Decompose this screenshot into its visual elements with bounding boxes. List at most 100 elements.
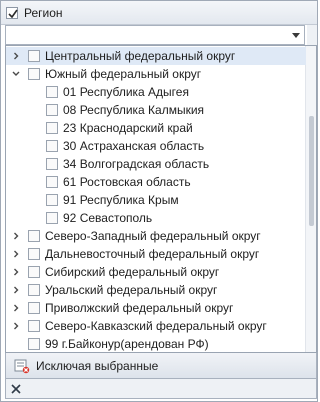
filter-title: Регион — [24, 6, 63, 20]
item-checkbox[interactable] — [28, 50, 40, 62]
item-checkbox[interactable] — [28, 68, 40, 80]
district-label: Южный федеральный округ — [45, 67, 202, 81]
item-checkbox[interactable] — [46, 104, 58, 116]
tree-item-region[interactable]: 01 Республика Адыгея — [6, 83, 306, 101]
region-label: 99 г.Байконур(арендован РФ) — [45, 335, 209, 352]
region-label: 01 Республика Адыгея — [63, 83, 189, 101]
region-dropdown-list: Центральный федеральный округ Южный федер… — [5, 45, 317, 353]
item-checkbox[interactable] — [46, 212, 58, 224]
region-code: 08 — [63, 103, 77, 117]
region-code: 99 — [45, 337, 59, 351]
tree-item-district[interactable]: Приволжский федеральный округ — [6, 299, 306, 317]
tree-item-region[interactable]: 99 г.Байконур(арендован РФ) — [6, 335, 306, 352]
region-label: 08 Республика Калмыкия — [63, 101, 204, 119]
district-label: Северо-Кавказский федеральный округ — [45, 319, 267, 333]
combo-dropdown-button[interactable] — [288, 26, 304, 44]
region-name: Республика Калмыкия — [79, 103, 205, 117]
tree-item-region[interactable]: 30 Астраханская область — [6, 137, 306, 155]
region-name: Краснодарский край — [79, 121, 193, 135]
chevron-right-icon — [14, 232, 19, 240]
expand-toggle[interactable] — [11, 299, 21, 317]
item-checkbox[interactable] — [28, 338, 40, 350]
tree-item-district[interactable]: Южный федеральный округ — [6, 65, 306, 83]
region-combobox[interactable] — [5, 25, 305, 45]
expand-toggle[interactable] — [11, 227, 21, 245]
expand-toggle[interactable] — [11, 317, 21, 335]
region-code: 91 — [63, 193, 77, 207]
tree-item-region[interactable]: 91 Республика Крым — [6, 191, 306, 209]
item-checkbox[interactable] — [28, 320, 40, 332]
item-checkbox[interactable] — [28, 266, 40, 278]
chevron-right-icon — [14, 304, 19, 312]
tree-item-district[interactable]: Северо-Западный федеральный округ — [6, 227, 306, 245]
item-checkbox[interactable] — [46, 194, 58, 206]
chevron-down-icon — [292, 32, 300, 38]
region-name: Севастополь — [79, 211, 153, 225]
tree-item-region[interactable]: 61 Ростовская область — [6, 173, 306, 191]
region-filter-panel: Регион Центральный федеральный округ Южны… — [0, 0, 318, 402]
expand-toggle[interactable] — [11, 263, 21, 281]
region-code: 01 — [63, 85, 77, 99]
region-code: 34 — [63, 157, 77, 171]
expand-toggle[interactable] — [11, 47, 21, 65]
chevron-right-icon — [14, 322, 19, 330]
tree-item-region[interactable]: 08 Республика Калмыкия — [6, 101, 306, 119]
chevron-right-icon — [14, 286, 19, 294]
region-name: Волгоградская область — [79, 157, 210, 171]
chevron-right-icon — [14, 250, 19, 258]
district-label: Уральский федеральный округ — [45, 283, 218, 297]
district-label: Центральный федеральный округ — [45, 49, 236, 63]
tree-item-region[interactable]: 34 Волгоградская область — [6, 155, 306, 173]
item-checkbox[interactable] — [28, 302, 40, 314]
tree-item-district[interactable]: Уральский федеральный округ — [6, 281, 306, 299]
region-name: Ростовская область — [79, 175, 191, 189]
region-name: г.Байконур(арендован РФ) — [61, 337, 209, 351]
close-button[interactable] — [9, 382, 23, 396]
scrollbar-thumb[interactable] — [309, 116, 314, 226]
region-label: 91 Республика Крым — [63, 191, 179, 209]
region-name: Астраханская область — [79, 139, 205, 153]
item-checkbox[interactable] — [28, 248, 40, 260]
region-code: 30 — [63, 139, 77, 153]
region-code: 61 — [63, 175, 77, 189]
item-checkbox[interactable] — [46, 176, 58, 188]
chevron-right-icon — [14, 52, 19, 60]
district-label: Северо-Западный федеральный округ — [45, 229, 261, 243]
item-checkbox[interactable] — [46, 86, 58, 98]
district-label: Дальневосточный федеральный округ — [45, 247, 260, 261]
district-label: Приволжский федеральный округ — [45, 301, 234, 315]
tree-item-district[interactable]: Северо-Кавказский федеральный округ — [6, 317, 306, 335]
tree-item-district[interactable]: Сибирский федеральный округ — [6, 263, 306, 281]
exclude-selected-label: Исключая выбранные — [36, 359, 159, 373]
item-checkbox[interactable] — [28, 230, 40, 242]
district-label: Сибирский федеральный округ — [45, 265, 220, 279]
item-checkbox[interactable] — [46, 122, 58, 134]
expand-toggle[interactable] — [11, 245, 21, 263]
exclude-selected-bar[interactable]: Исключая выбранные — [5, 353, 317, 379]
checkmark-icon — [8, 9, 18, 19]
item-checkbox[interactable] — [28, 284, 40, 296]
region-label: 61 Ростовская область — [63, 173, 191, 191]
region-label: 23 Краснодарский край — [63, 119, 193, 137]
expand-toggle[interactable] — [11, 65, 21, 83]
dropdown-close-bar — [5, 379, 317, 399]
tree-item-district[interactable]: Центральный федеральный округ — [6, 47, 306, 65]
dropdown-scrollbar[interactable] — [305, 46, 316, 352]
region-label: 30 Астраханская область — [63, 137, 204, 155]
item-checkbox[interactable] — [46, 140, 58, 152]
tree-item-region[interactable]: 23 Краснодарский край — [6, 119, 306, 137]
tree-item-region[interactable]: 92 Севастополь — [6, 209, 306, 227]
expand-toggle[interactable] — [11, 281, 21, 299]
region-label: 34 Волгоградская область — [63, 155, 209, 173]
region-filter-checkbox[interactable] — [6, 7, 18, 19]
region-name: Республика Крым — [79, 193, 179, 207]
chevron-right-icon — [14, 268, 19, 276]
chevron-down-icon — [12, 71, 20, 76]
filter-header: Регион — [1, 1, 317, 25]
exclude-list-icon — [14, 358, 30, 374]
tree-item-district[interactable]: Дальневосточный федеральный округ — [6, 245, 306, 263]
region-name: Республика Адыгея — [79, 85, 189, 99]
item-checkbox[interactable] — [46, 158, 58, 170]
region-label: 92 Севастополь — [63, 209, 152, 227]
region-code: 23 — [63, 121, 77, 135]
